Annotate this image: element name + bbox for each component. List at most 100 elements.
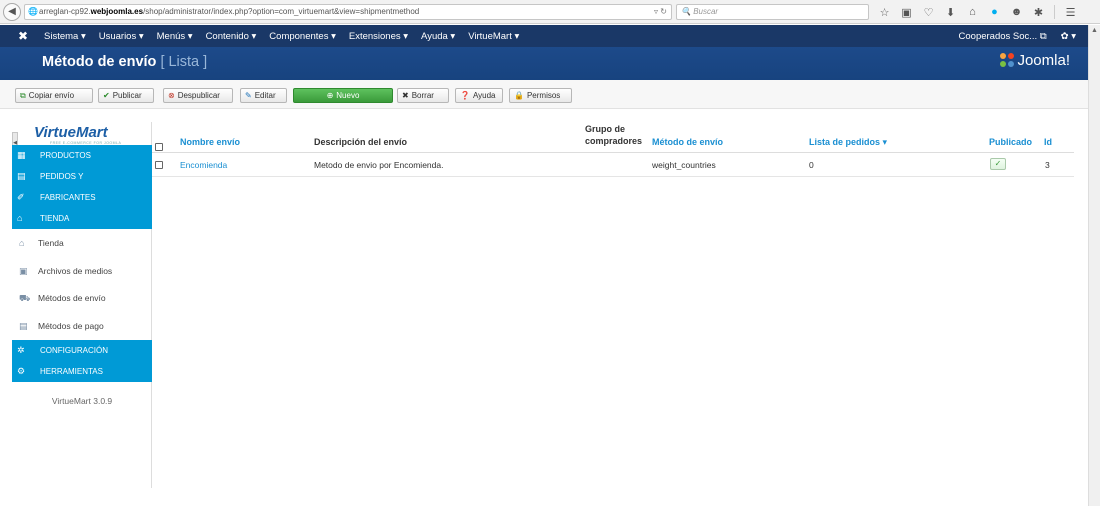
sidebar-item-label: Métodos de pago	[38, 321, 104, 331]
sidebar-item-shipment[interactable]: ⛟ Métodos de envío	[12, 288, 152, 308]
skype-icon[interactable]: ●	[988, 6, 1001, 18]
toolbar-separator	[1054, 5, 1055, 19]
back-arrow-icon[interactable]: ◀	[3, 3, 21, 21]
sidebar-item-label: Tienda	[38, 238, 64, 248]
url-domain: webjoomla.es	[90, 7, 144, 16]
sidebar-heading-herramientas[interactable]: ⚙ HERRAMIENTAS	[12, 361, 152, 382]
sidebar-item-media[interactable]: ▣ Archivos de medios	[12, 261, 152, 281]
sidebar-heading-label: PEDIDOS Y	[40, 172, 84, 181]
help-label: Ayuda	[472, 91, 496, 100]
page-scrollbar[interactable]: ▲	[1088, 25, 1100, 506]
address-bar[interactable]: 🌐 arreglan-cp92.webjoomla.es/shop/admini…	[24, 4, 672, 20]
sidebar-heading-configuracion[interactable]: ✲ CONFIGURACIÓN	[12, 340, 152, 361]
page-title: Método de envío [ Lista ]	[42, 54, 207, 70]
row-order-list: 0	[809, 160, 814, 170]
joomla-logo-text: Joomla!	[1017, 52, 1070, 69]
edit-button[interactable]: ✎ Editar	[240, 88, 287, 103]
new-button[interactable]: ⊕ Nuevo	[293, 88, 393, 103]
delete-button[interactable]: ✖ Borrar	[397, 88, 449, 103]
column-header-group-line1: Grupo de	[585, 124, 625, 134]
sidebar-item-payment[interactable]: ▤ Métodos de pago	[12, 316, 152, 336]
virtuemart-sidebar: ◀ VirtueMart FREE E-COMMERCE FOR JOOMLA …	[12, 122, 152, 488]
column-header-order-list[interactable]: Lista de pedidos ▾	[809, 137, 887, 148]
help-button[interactable]: ❓ Ayuda	[455, 88, 503, 103]
settings-gear-icon[interactable]: ✿ ▾	[1061, 31, 1076, 42]
star-icon[interactable]: ☆	[878, 6, 891, 19]
media-icon: ▣	[19, 266, 28, 276]
column-header-name[interactable]: Nombre envío	[180, 137, 240, 147]
extension-icon[interactable]: ✱	[1032, 6, 1045, 19]
select-all-checkbox[interactable]	[155, 143, 163, 151]
row-checkbox[interactable]	[155, 161, 163, 169]
chat-icon[interactable]: ☻	[1010, 6, 1023, 18]
column-header-id[interactable]: Id	[1044, 137, 1052, 147]
home-icon[interactable]: ⌂	[966, 6, 979, 18]
config-icon: ✲	[17, 345, 25, 355]
check-icon: ✔	[103, 91, 110, 100]
sidebar-heading-label: FABRICANTES	[40, 193, 96, 202]
column-header-group-line2: compradores	[585, 136, 643, 146]
sidebar-heading-fabricantes[interactable]: ✐ FABRICANTES	[12, 187, 152, 208]
lock-icon: 🔒	[514, 91, 524, 100]
page-subtitle: [ Lista ]	[160, 54, 208, 70]
site-link[interactable]: Cooperados Soc... ⧉	[959, 31, 1047, 42]
menu-menus[interactable]: Menús ▾	[157, 31, 193, 42]
unpublish-button[interactable]: ⊗ Despublicar	[163, 88, 233, 103]
new-label: Nuevo	[336, 91, 360, 100]
pocket-icon[interactable]: ♡	[922, 6, 935, 19]
search-input[interactable]: 🔍 Buscar	[676, 4, 869, 20]
box-icon: ▦	[17, 150, 26, 160]
page-header: Método de envío [ Lista ] Joomla!	[0, 47, 1088, 80]
copy-label: Copiar envío	[28, 91, 75, 100]
clipboard-icon[interactable]: ▣	[900, 6, 913, 19]
sidebar-heading-label: HERRAMIENTAS	[40, 367, 103, 376]
publish-button[interactable]: ✔ Publicar	[98, 88, 154, 103]
permissions-button[interactable]: 🔒 Permisos	[509, 88, 572, 103]
joomla-logo-icon	[1000, 53, 1015, 67]
truck-icon: ⛟	[19, 293, 31, 303]
scroll-up-icon[interactable]: ▲	[1091, 27, 1098, 34]
close-icon: ✖	[402, 91, 409, 100]
table-row: Encomienda Metodo de envio por Encomiend…	[152, 153, 1074, 177]
url-path: /shop/administrator/index.php?option=com…	[143, 7, 420, 16]
menu-contenido[interactable]: Contenido ▾	[206, 31, 257, 42]
virtuemart-version: VirtueMart 3.0.9	[51, 396, 113, 406]
sidebar-heading-productos[interactable]: ▦ PRODUCTOS	[12, 145, 152, 166]
row-method: weight_countries	[652, 160, 716, 170]
shop-icon: ⌂	[17, 213, 23, 223]
menu-icon[interactable]: ☰	[1064, 6, 1077, 19]
menu-usuarios[interactable]: Usuarios ▾	[99, 31, 144, 42]
sidebar-heading-label: PRODUCTOS	[40, 151, 91, 160]
unpublish-icon: ⊗	[168, 91, 175, 100]
reload-icon[interactable]: ▿ ↻	[654, 5, 667, 19]
delete-label: Borrar	[411, 91, 434, 100]
row-id: 3	[1045, 160, 1050, 170]
menu-componentes[interactable]: Componentes ▾	[269, 31, 336, 42]
edit-label: Editar	[254, 91, 276, 100]
menu-extensiones[interactable]: Extensiones ▾	[349, 31, 408, 42]
row-description: Metodo de envio por Encomienda.	[314, 160, 444, 170]
virtuemart-logo-text: VirtueMart	[34, 124, 108, 141]
row-name-link[interactable]: Encomienda	[180, 160, 227, 170]
joomla-logo: Joomla!	[999, 52, 1070, 69]
table-header: Nombre envío Descripción del envío Grupo…	[152, 122, 1074, 153]
menu-virtuemart[interactable]: VirtueMart ▾	[468, 31, 519, 42]
menu-ayuda[interactable]: Ayuda ▾	[421, 31, 455, 42]
orders-icon: ▤	[17, 171, 26, 181]
sidebar-heading-tienda[interactable]: ⌂ TIENDA	[12, 208, 152, 229]
menu-sistema[interactable]: Sistema ▾	[44, 31, 86, 42]
payment-icon: ▤	[19, 321, 28, 331]
sidebar-item-tienda[interactable]: ⌂ Tienda	[12, 233, 152, 253]
edit-icon: ✎	[245, 91, 252, 100]
sidebar-heading-pedidos[interactable]: ▤ PEDIDOS Y	[12, 166, 152, 187]
sidebar-heading-label: TIENDA	[40, 214, 70, 223]
column-header-method[interactable]: Método de envío	[652, 137, 723, 147]
column-header-published[interactable]: Publicado	[989, 137, 1032, 147]
copy-button[interactable]: ⧉ Copiar envío	[15, 88, 93, 103]
page-title-text: Método de envío	[42, 54, 157, 70]
joomla-icon[interactable]: ✖	[18, 29, 28, 43]
published-check-icon[interactable]: ✓	[990, 158, 1006, 170]
sidebar-item-label: Archivos de medios	[38, 266, 113, 276]
download-icon[interactable]: ⬇	[944, 6, 957, 19]
virtuemart-logo: VirtueMart	[34, 124, 108, 141]
